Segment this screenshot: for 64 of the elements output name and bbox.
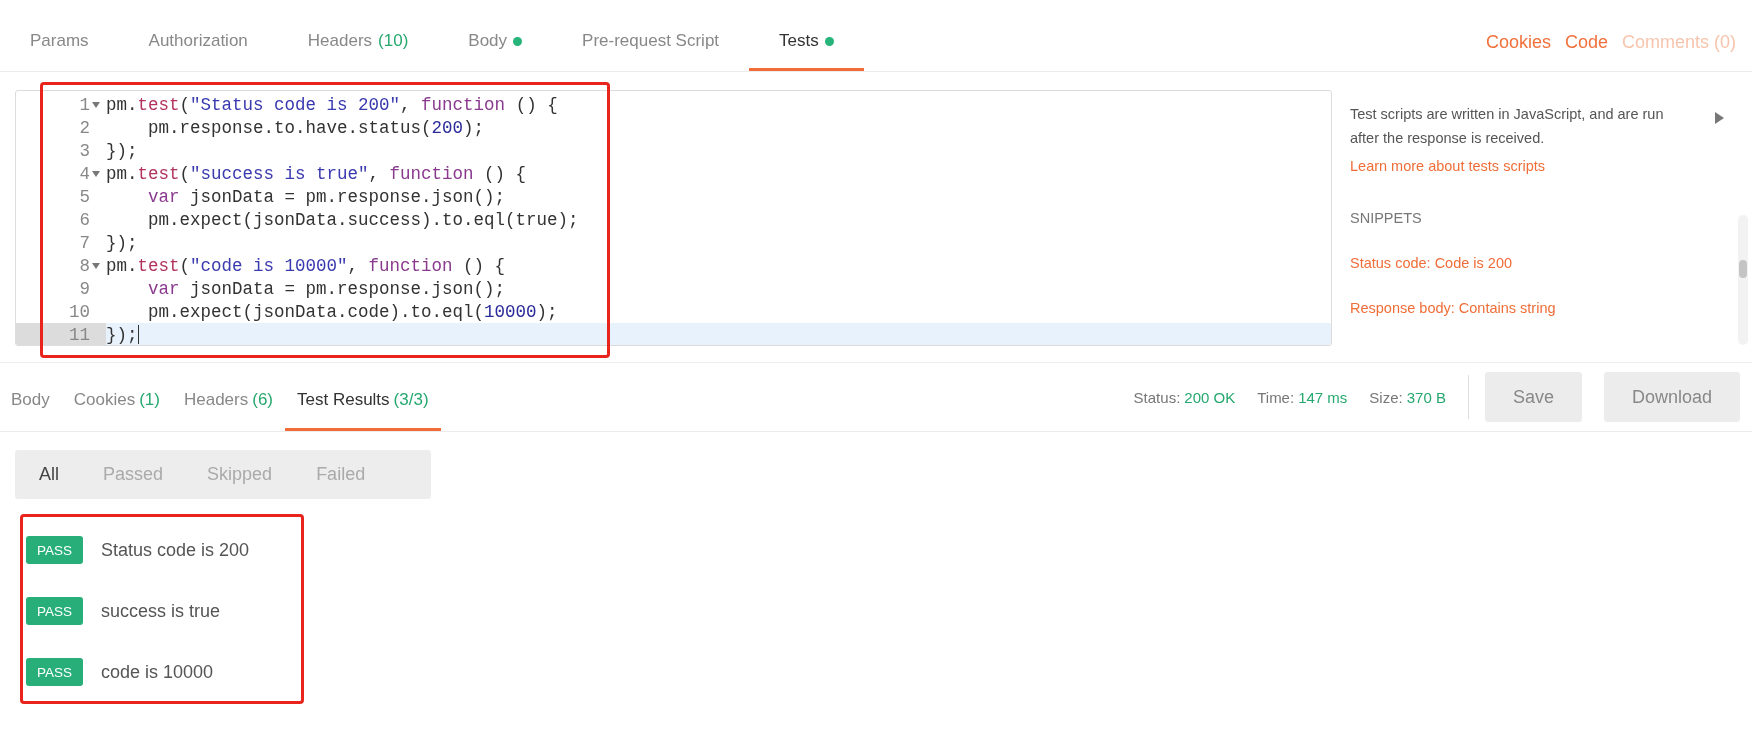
status-value: 370 B	[1406, 388, 1446, 406]
line-number: 4	[79, 163, 90, 184]
filter-tab[interactable]: Skipped	[207, 464, 273, 485]
filter-tab[interactable]: All	[39, 464, 59, 485]
request-tab[interactable]: Headers (10)	[277, 0, 439, 71]
response-tab[interactable]: Body	[0, 363, 62, 431]
test-name: Status code is 200	[101, 539, 250, 561]
line-number: 10	[69, 301, 90, 322]
code-line: pm.expect(jsonData.success).to.eql(true);	[147, 209, 579, 230]
scrollbar[interactable]	[1738, 215, 1748, 345]
line-number: 11	[69, 324, 90, 345]
code-line: var jsonData = pm.response.json();	[147, 186, 506, 207]
fold-caret-icon[interactable]	[92, 102, 100, 108]
save-button[interactable]: Save	[1484, 372, 1582, 422]
code-line: pm.test("success is true", function () {	[106, 163, 527, 184]
status-value: 200 OK	[1184, 388, 1236, 406]
filter-tab[interactable]: Passed	[103, 464, 164, 485]
line-number: 3	[79, 140, 90, 161]
code-line: pm.expect(jsonData.code).to.eql(10000);	[147, 301, 558, 322]
pass-badge: PASS	[26, 658, 83, 686]
description-text: Test scripts are written in JavaScript, and are run after the response is received.	[1350, 105, 1665, 148]
test-name: code is 10000	[101, 661, 214, 683]
pass-badge: PASS	[26, 536, 83, 564]
snippet-link[interactable]: Status code: Code is 200	[1350, 251, 1672, 275]
code-editor[interactable]	[15, 90, 1332, 346]
code-line: });	[106, 140, 138, 161]
request-tab[interactable]: Authorization	[118, 0, 278, 71]
line-number: 6	[79, 209, 90, 230]
code-line: pm.response.to.have.status(200);	[147, 117, 485, 138]
header-link[interactable]: Cookies	[1485, 32, 1551, 53]
response-tab[interactable]: Test Results (3/3)	[285, 363, 441, 431]
filter-tab[interactable]: Failed	[316, 464, 366, 485]
status-label: Size:	[1369, 388, 1403, 406]
line-number: 8	[79, 255, 90, 276]
snippet-link[interactable]: Response body: Contains string	[1350, 296, 1672, 320]
line-number: 5	[79, 186, 90, 207]
request-tab[interactable]: Tests	[749, 0, 864, 71]
line-number: 9	[79, 278, 90, 299]
request-tab[interactable]: Params	[0, 0, 119, 71]
fold-caret-icon[interactable]	[92, 171, 100, 177]
code-line: pm.test("code is 10000", function () {	[106, 255, 506, 276]
pass-badge: PASS	[26, 597, 83, 625]
test-name: success is true	[101, 600, 221, 622]
code-line: });	[106, 232, 138, 253]
download-button[interactable]: Download	[1603, 372, 1740, 422]
learn-more-link[interactable]: Learn more about tests scripts	[1350, 154, 1672, 178]
status-label: Time:	[1257, 388, 1295, 406]
status-value: 147 ms	[1298, 388, 1348, 406]
fold-caret-icon[interactable]	[92, 263, 100, 269]
response-tab[interactable]: Cookies (1)	[61, 363, 172, 431]
text-cursor	[137, 325, 139, 344]
line-number: 7	[79, 232, 90, 253]
request-tab[interactable]: Body	[438, 0, 553, 71]
snippets-heading: SNIPPETS	[1350, 209, 1423, 228]
line-number: 1	[79, 94, 90, 115]
header-link[interactable]: Code	[1564, 32, 1608, 53]
line-number: 2	[79, 117, 90, 138]
code-line: });	[106, 324, 138, 345]
code-line: var jsonData = pm.response.json();	[147, 278, 506, 299]
request-tab[interactable]: Pre-request Script	[552, 0, 750, 71]
code-line: pm.test("Status code is 200", function () {	[106, 94, 558, 115]
expand-arrow-icon[interactable]	[1715, 112, 1724, 124]
response-tab[interactable]: Headers (6)	[171, 363, 285, 431]
status-label: Status:	[1133, 388, 1181, 406]
